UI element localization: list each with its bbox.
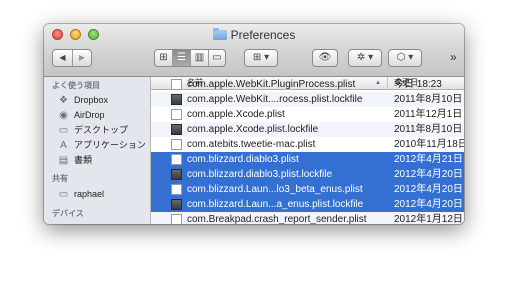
sidebar-item-label: 書類 <box>74 155 93 165</box>
column-view-button[interactable]: ▥ <box>190 50 208 66</box>
table-row[interactable]: com.blizzard.Laun...lo3_beta_enus.plist 2… <box>151 182 464 197</box>
dropbox-button[interactable]: ⬡ ▾ <box>388 49 422 67</box>
table-row[interactable]: com.Breakpad.crash_report_sender.plist 20… <box>151 212 464 224</box>
file-list: 名前 ▲ 変更日 com.apple.WebKit.PluginProcess.… <box>151 77 464 224</box>
file-name: com.blizzard.diablo3.plist.lockfile <box>187 169 333 180</box>
toolbar-overflow-button[interactable]: » <box>450 50 457 64</box>
file-name: com.blizzard.diablo3.plist <box>187 154 299 165</box>
table-row[interactable]: com.blizzard.diablo3.plist.lockfile 2012年… <box>151 167 464 182</box>
sidebar-item-documents[interactable]: ▤ 書類 <box>58 153 92 167</box>
file-date: 2012年4月20日 <box>394 169 463 180</box>
computer-icon: ▭ <box>58 189 69 200</box>
forward-button[interactable]: ▶ <box>72 50 91 66</box>
sidebar-item-label: Dropbox <box>74 95 109 105</box>
coverflow-view-button[interactable]: ▭ <box>208 50 225 66</box>
table-row[interactable]: com.blizzard.Laun...a_enus.plist.lockfil… <box>151 197 464 212</box>
sidebar-item-raphael[interactable]: ▭ raphael <box>58 187 104 201</box>
lockfile-icon <box>171 199 182 210</box>
table-row[interactable]: com.apple.Xcode.plist 2011年12月1日 <box>151 107 464 122</box>
table-row[interactable]: com.atebits.tweetie-mac.plist 2010年11月18日 <box>151 137 464 152</box>
file-name: com.apple.Xcode.plist.lockfile <box>187 124 319 135</box>
back-forward-control: ◀ ▶ <box>52 49 92 67</box>
file-date: 2011年8月10日 <box>394 94 463 105</box>
plist-file-icon <box>171 184 182 195</box>
window-title-text: Preferences <box>230 28 296 42</box>
plist-file-icon <box>171 109 182 120</box>
file-date: 2011年12月1日 <box>394 109 463 120</box>
table-row[interactable]: com.apple.Xcode.plist.lockfile 2011年8月10日 <box>151 122 464 137</box>
list-view-button[interactable]: ☰ <box>172 50 190 66</box>
file-date: 今日 18:23 <box>394 79 442 90</box>
lockfile-icon <box>171 169 182 180</box>
plist-file-icon <box>171 154 182 165</box>
airdrop-icon: ◉ <box>59 110 68 121</box>
desktop-icon: ▭ <box>58 125 69 136</box>
icon-view-button[interactable]: ⊞ <box>155 50 172 66</box>
file-name: com.Breakpad.crash_report_sender.plist <box>187 214 367 224</box>
devices-heading: デバイス <box>52 209 84 218</box>
sidebar-item-label: アプリケーション <box>74 140 146 150</box>
lockfile-icon <box>171 124 182 135</box>
table-row[interactable]: com.apple.WebKit.PluginProcess.plist 今日 1… <box>151 77 464 92</box>
file-date: 2011年8月10日 <box>394 124 463 135</box>
plist-file-icon <box>171 139 182 150</box>
plist-file-icon <box>171 214 182 224</box>
table-row[interactable]: com.apple.WebKit....rocess.plist.lockfil… <box>151 92 464 107</box>
sidebar: よく使う項目 ❖ Dropbox ◉ AirDrop ▭ デスクトップ A アプリケーシ… <box>44 77 151 224</box>
window-title: Preferences <box>44 28 464 42</box>
file-name: com.apple.WebKit....rocess.plist.lockfil… <box>187 94 363 105</box>
title-bar[interactable]: Preferences <box>44 24 464 46</box>
view-mode-control: ⊞ ☰ ▥ ▭ <box>154 49 226 67</box>
applications-icon: A <box>60 140 67 151</box>
action-button[interactable]: ✲ ▾ <box>348 49 382 67</box>
arrange-button[interactable]: ⊞ ▾ <box>244 49 278 67</box>
folder-icon <box>212 28 227 40</box>
file-name: com.atebits.tweetie-mac.plist <box>187 139 316 150</box>
documents-icon: ▤ <box>58 155 69 166</box>
table-row[interactable]: com.blizzard.diablo3.plist 2012年4月21日 <box>151 152 464 167</box>
file-name: com.blizzard.Laun...lo3_beta_enus.plist <box>187 184 363 195</box>
file-name: com.apple.Xcode.plist <box>187 109 285 120</box>
sidebar-item-label: AirDrop <box>74 110 105 120</box>
finder-window: Preferences ◀ ▶ ⊞ ☰ ▥ ▭ ⊞ ▾ 👁 ✲ ▾ ⬡ ▾ » … <box>44 24 464 224</box>
toolbar: ◀ ▶ ⊞ ☰ ▥ ▭ ⊞ ▾ 👁 ✲ ▾ ⬡ ▾ <box>44 46 464 77</box>
sidebar-item-label: raphael <box>74 189 105 199</box>
file-name: com.apple.WebKit.PluginProcess.plist <box>187 79 356 90</box>
lockfile-icon <box>171 94 182 105</box>
sidebar-item-airdrop[interactable]: ◉ AirDrop <box>58 108 105 122</box>
file-name: com.blizzard.Laun...a_enus.plist.lockfil… <box>187 199 364 210</box>
sidebar-item-applications[interactable]: A アプリケーション <box>58 138 146 152</box>
sidebar-item-dropbox[interactable]: ❖ Dropbox <box>58 93 108 107</box>
file-date: 2012年4月21日 <box>394 154 463 165</box>
shared-heading: 共有 <box>52 174 68 183</box>
quicklook-button[interactable]: 👁 <box>312 49 338 67</box>
back-button[interactable]: ◀ <box>53 50 72 66</box>
file-date: 2012年4月20日 <box>394 184 463 195</box>
favorites-heading: よく使う項目 <box>52 81 100 90</box>
sidebar-item-desktop[interactable]: ▭ デスクトップ <box>58 123 128 137</box>
file-date: 2012年1月12日 <box>394 214 463 224</box>
plist-file-icon <box>171 79 182 90</box>
file-date: 2012年4月20日 <box>394 199 463 210</box>
dropbox-icon: ❖ <box>59 95 68 106</box>
sidebar-item-label: デスクトップ <box>74 125 129 135</box>
file-date: 2010年11月18日 <box>394 139 464 150</box>
